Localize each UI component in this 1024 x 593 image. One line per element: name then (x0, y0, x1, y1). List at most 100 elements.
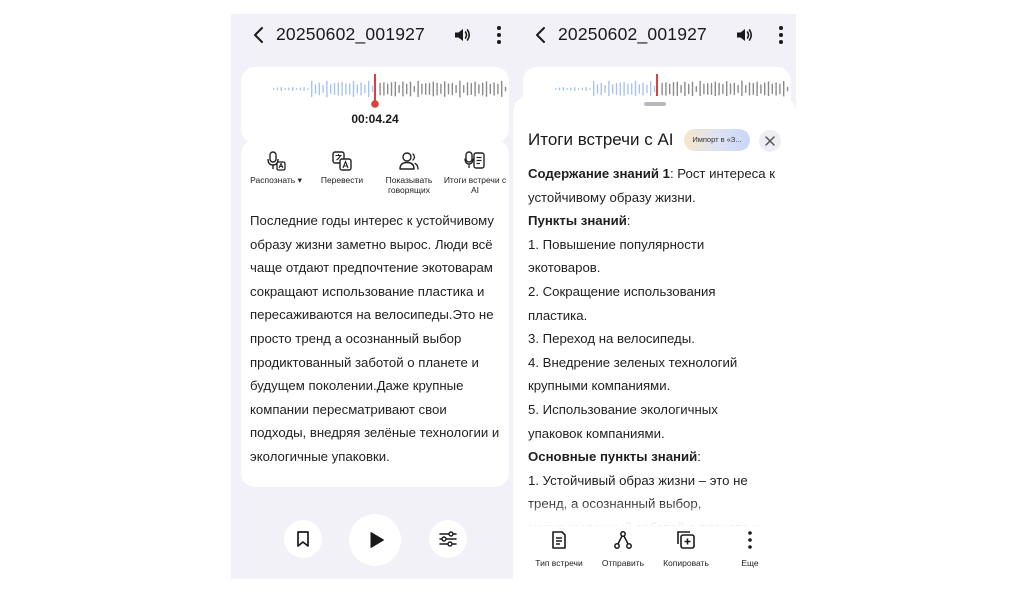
waveform-bar (703, 83, 705, 95)
summary-line: 1. Повышение популярности (528, 233, 790, 257)
waveform-bar (726, 81, 728, 97)
waveform-bar (783, 80, 785, 97)
waveform-bar (295, 88, 298, 90)
waveform-bar (638, 84, 640, 94)
more-vertical-icon[interactable] (493, 24, 505, 46)
waveform-bar (634, 80, 637, 98)
meeting-type-button[interactable]: Тип встречи (527, 530, 591, 571)
copy-label: Копировать (663, 558, 709, 568)
playback-settings-button[interactable] (429, 520, 467, 558)
waveform-bar (764, 82, 766, 96)
waveform-bar (574, 87, 576, 91)
waveform-bar (292, 87, 294, 91)
copy-button[interactable]: Копировать (654, 530, 718, 571)
waveform-bar (581, 87, 583, 91)
summary-line: крупными компаниями. (528, 374, 790, 398)
waveform-bar (691, 81, 694, 97)
waveform-bar (474, 81, 476, 97)
summary-text: Содержание знаний 1: Рост интереса к усто… (528, 162, 790, 540)
waveform-bar (402, 81, 404, 97)
waveform-bar (760, 84, 762, 94)
summary-line: 2. Сокращение использования (528, 280, 790, 304)
waveform-bar (737, 84, 739, 94)
waveform-bar (394, 81, 396, 97)
waveform-bar (752, 82, 754, 95)
recognize-button[interactable]: Распознать ▾ (242, 150, 310, 185)
play-button[interactable] (349, 514, 401, 566)
summary-line: 3. Переход на велосипеды. (528, 327, 790, 351)
summary-line: 1. Устойчивый образ жизни – это не (528, 469, 790, 493)
show-speakers-button[interactable]: Показывать говорящих (375, 150, 443, 195)
waveform-bar (425, 83, 427, 95)
summary-line: Содержание знаний 1: Рост интереса к (528, 162, 790, 186)
import-button[interactable]: Импорт в «З... (684, 129, 750, 151)
speaker-icon[interactable] (734, 25, 754, 45)
recording-title: 20250602_001927 (558, 24, 707, 44)
waveform-bar (596, 84, 599, 94)
waveform-bar (364, 84, 366, 94)
waveform-bar (566, 88, 568, 90)
summary-heading: Пункты знаний (528, 213, 627, 229)
back-icon[interactable] (533, 25, 549, 45)
summary-line-text: : (697, 449, 701, 465)
ai-summary-button[interactable]: Итоги встречи с AI (441, 150, 509, 195)
summary-line-text: экотоваров. (528, 260, 601, 276)
ai-summary-label: Итоги встречи с AI (443, 175, 507, 195)
copy-icon (677, 531, 695, 549)
more-vertical-icon[interactable] (775, 24, 787, 46)
waveform-bar (577, 88, 580, 90)
waveform-bar (314, 84, 317, 94)
waveform-bar (646, 84, 648, 94)
waveform-bar (718, 82, 720, 96)
summary-line: 4. Внедрение зеленых технологий (528, 351, 790, 375)
bookmark-button[interactable] (284, 520, 322, 558)
waveform-bar (307, 88, 309, 90)
back-icon[interactable] (251, 25, 267, 45)
waveform-bar (615, 82, 618, 96)
sheet-drag-handle[interactable] (644, 102, 666, 106)
waveform-bar (722, 83, 724, 94)
waveform-bar (440, 83, 442, 94)
waveform-bar (288, 87, 290, 91)
transcript-card: Распознать ▾ Перевести Показывать говоря… (241, 140, 509, 487)
waveform-bar (326, 80, 328, 98)
translate-icon (332, 151, 352, 171)
waveform-bar (463, 85, 465, 93)
waveform-bar (379, 82, 381, 96)
waveform[interactable] (241, 67, 509, 143)
more-button[interactable]: Еще (718, 530, 782, 571)
waveform-bar (299, 87, 301, 91)
send-button[interactable]: Отправить (591, 530, 655, 571)
recognize-icon (267, 151, 286, 171)
waveform-bar (383, 82, 385, 96)
waveform-bar (741, 80, 743, 98)
waveform-bar (489, 83, 491, 95)
waveform-bar (390, 82, 393, 96)
waveform-bar (672, 82, 675, 96)
waveform-bar (745, 85, 747, 93)
meeting-type-label: Тип встречи (535, 558, 583, 568)
waveform-bar (451, 82, 453, 96)
waveform-bar (680, 84, 682, 94)
waveform-card[interactable]: 00:04.24 (241, 67, 509, 143)
close-button[interactable] (759, 130, 781, 152)
ai-summary-screen: 20250602_001927 Итоги встречи с AI Импор… (513, 14, 796, 579)
more-vertical-icon (748, 531, 752, 549)
translate-button[interactable]: Перевести (308, 150, 376, 185)
speaker-icon[interactable] (452, 25, 472, 45)
waveform-bar (562, 87, 564, 91)
recording-player-screen: 20250602_001927 00:04.24 Распознать ▾ Пе… (231, 14, 514, 579)
waveform-bar (455, 84, 457, 94)
sheet-title: Итоги встречи с AI (528, 130, 674, 149)
summary-line-text: : Рост интереса к (669, 166, 776, 181)
playhead-handle[interactable] (371, 100, 379, 108)
waveform-bar (661, 82, 663, 96)
waveform-bar (436, 82, 438, 96)
waveform-bar (627, 83, 629, 95)
summary-line: пластика. (528, 304, 790, 328)
waveform-bar (775, 82, 777, 96)
waveform-bar (360, 82, 362, 96)
playhead-line[interactable] (374, 74, 376, 104)
send-label: Отправить (601, 558, 645, 568)
waveform-bar (767, 81, 770, 97)
